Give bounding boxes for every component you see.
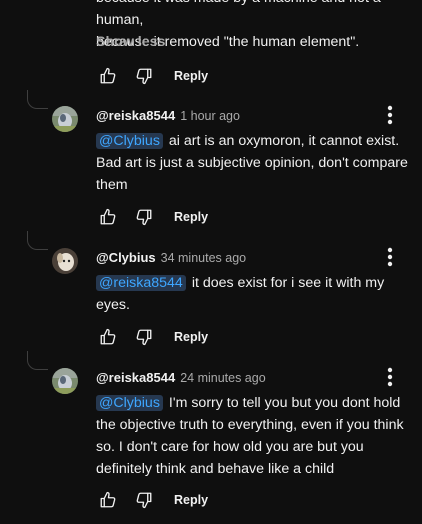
comment-time[interactable]: 1 hour ago xyxy=(180,109,240,123)
previous-comment-line: because it was made by a machine and not… xyxy=(96,0,381,28)
reply-button[interactable]: Reply xyxy=(174,69,208,83)
reply-button[interactable]: Reply xyxy=(174,210,208,224)
more-vertical-icon[interactable] xyxy=(380,365,400,389)
comment-author[interactable]: @reiska8544 xyxy=(96,370,175,385)
mention-link[interactable]: @Clybius xyxy=(96,133,163,149)
thumbs-down-icon[interactable] xyxy=(132,325,156,349)
more-vertical-icon[interactable] xyxy=(380,103,400,127)
more-vertical-icon[interactable] xyxy=(380,245,400,269)
thumbs-up-icon[interactable] xyxy=(96,325,120,349)
comment-header: @reiska8544 24 minutes ago xyxy=(96,370,266,388)
comment-time[interactable]: 34 minutes ago xyxy=(161,251,246,265)
thumbs-down-icon[interactable] xyxy=(132,205,156,229)
comment-actions: Reply xyxy=(96,205,208,229)
comment-time[interactable]: 24 minutes ago xyxy=(180,371,265,385)
thumbs-down-icon[interactable] xyxy=(132,488,156,512)
mention-link[interactable]: @Clybius xyxy=(96,395,163,411)
thumbs-up-icon[interactable] xyxy=(96,64,120,88)
thumbs-up-icon[interactable] xyxy=(96,205,120,229)
previous-comment-actions: Reply xyxy=(96,64,208,88)
comment-body: @reiska8544 it does exist for i see it wi… xyxy=(96,272,414,316)
comment-author[interactable]: @Clybius xyxy=(96,250,156,265)
comment-author[interactable]: @reiska8544 xyxy=(96,108,175,123)
avatar-icon[interactable] xyxy=(52,106,78,132)
comment-body: @Clybius ai art is an oxymoron, it cannot… xyxy=(96,130,414,196)
comment-actions: Reply xyxy=(96,325,208,349)
thread-connector xyxy=(27,231,48,250)
comment-header: @reiska8544 1 hour ago xyxy=(96,108,240,126)
thread-connector xyxy=(27,90,48,109)
avatar-icon[interactable] xyxy=(52,248,78,274)
show-less-button[interactable]: Show less xyxy=(96,34,165,50)
mention-link[interactable]: @reiska8544 xyxy=(96,275,186,291)
comment-header: @Clybius 34 minutes ago xyxy=(96,250,246,268)
reply-button[interactable]: Reply xyxy=(174,330,208,344)
comment-actions: Reply xyxy=(96,488,208,512)
thumbs-up-icon[interactable] xyxy=(96,488,120,512)
comment-body: @Clybius I'm sorry to tell you but you do… xyxy=(96,392,414,480)
avatar-icon[interactable] xyxy=(52,368,78,394)
thumbs-down-icon[interactable] xyxy=(132,64,156,88)
reply-button[interactable]: Reply xyxy=(174,493,208,507)
thread-connector xyxy=(27,351,48,370)
